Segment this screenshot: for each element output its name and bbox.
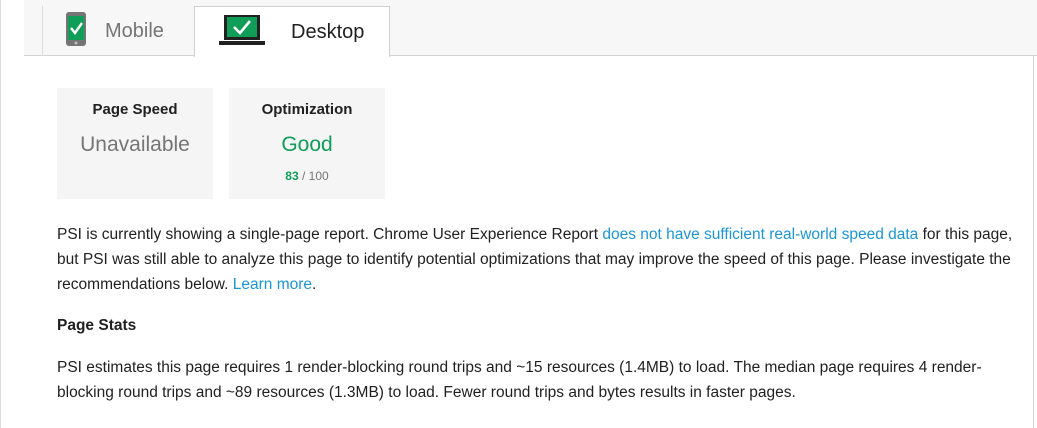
- page-stats-text: PSI estimates this page requires 1 rende…: [57, 359, 982, 401]
- page-speed-title: Page Speed: [92, 101, 178, 118]
- tab-mobile[interactable]: Mobile: [42, 6, 194, 56]
- tab-mobile-label: Mobile: [105, 19, 164, 42]
- mobile-phone-check-icon: [65, 11, 87, 51]
- notice-text-3: .: [312, 276, 317, 293]
- learn-more-link[interactable]: Learn more: [233, 276, 312, 293]
- insufficient-data-link[interactable]: does not have sufficient real-world spee…: [602, 226, 918, 243]
- optimization-score-number: 83: [285, 169, 299, 183]
- page-stats-heading: Page Stats: [57, 317, 137, 334]
- notice-text-1: PSI is currently showing a single-page r…: [57, 226, 603, 243]
- optimization-title: Optimization: [261, 101, 353, 118]
- single-page-report-notice: PSI is currently showing a single-page r…: [57, 222, 1017, 297]
- tab-desktop[interactable]: Desktop: [194, 6, 390, 57]
- page-speed-value: Unavailable: [80, 133, 190, 156]
- left-edge-divider: [0, 0, 1, 428]
- tab-desktop-label: Desktop: [291, 20, 365, 43]
- content-right-border: [1033, 55, 1034, 428]
- optimization-value: Good: [281, 133, 333, 156]
- laptop-check-icon: [219, 14, 265, 51]
- score-cards: Page Speed Unavailable Optimization Good…: [57, 88, 385, 199]
- page-speed-card: Page Speed Unavailable: [57, 88, 213, 199]
- optimization-score-max: / 100: [302, 169, 329, 183]
- optimization-score: 83 / 100: [229, 169, 385, 183]
- optimization-card: Optimization Good 83 / 100: [229, 88, 385, 199]
